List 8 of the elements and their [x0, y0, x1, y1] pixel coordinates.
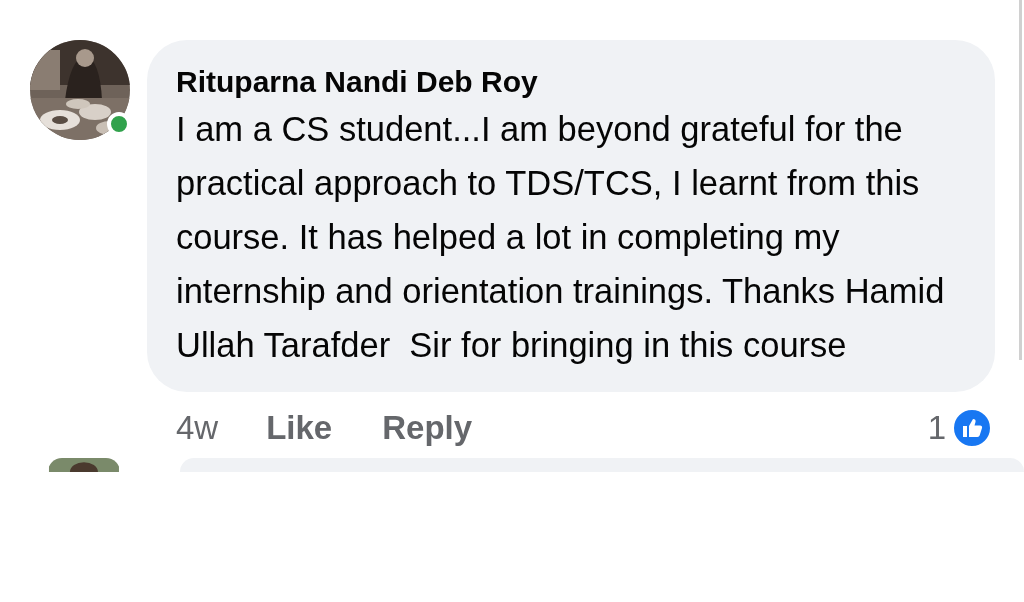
comment-time[interactable]: 4w [176, 409, 219, 447]
comment-text: I am a CS student...I am beyond grateful for the practical approach to TDS/TCS, I learnt from this course. It has helped a lot in completing my internship and orientation trainings. Thanks Hamid Ullah Tarafder Sir for bringing in this course [176, 109, 946, 366]
comment-action-link[interactable]: Like [266, 409, 333, 447]
scrollbar[interactable] [1019, 0, 1022, 360]
reaction-count[interactable]: 1 [927, 409, 946, 447]
thumbs-up-icon[interactable] [952, 408, 992, 448]
author-name[interactable]: Rituparna Nandi Deb Roy [176, 62, 965, 102]
comment-action-link[interactable]: Reply [382, 409, 473, 447]
